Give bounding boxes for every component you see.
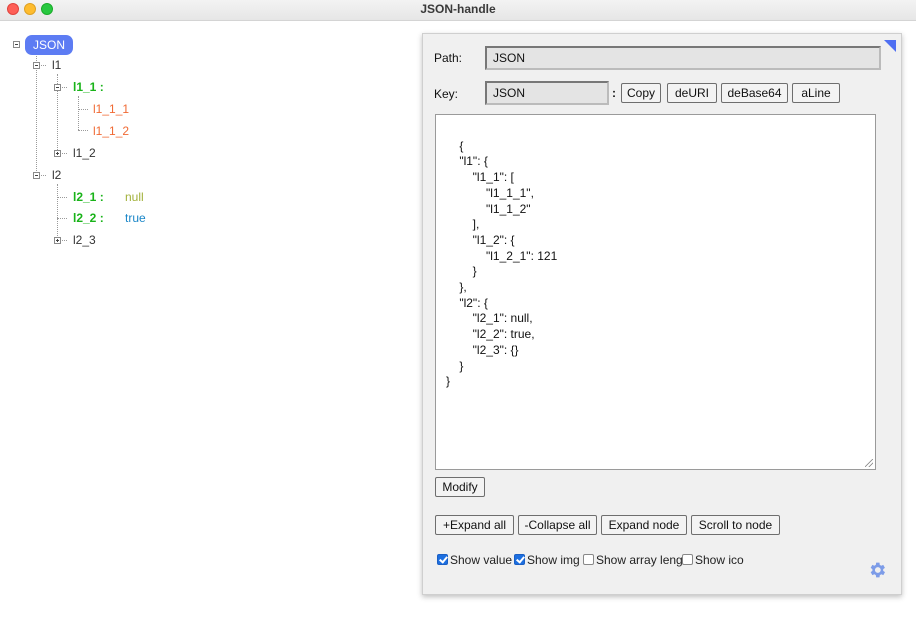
debase64-button[interactable]: deBase64 — [721, 83, 788, 103]
resize-handle[interactable] — [865, 459, 873, 467]
key-separator: : — [612, 86, 616, 100]
tree-node-l2[interactable]: l2 — [52, 168, 61, 182]
option-show-array-leng[interactable]: Show array leng — [583, 553, 683, 567]
checkbox-unchecked-icon[interactable] — [682, 554, 693, 565]
copy-button[interactable]: Copy — [621, 83, 661, 103]
expand-node-button[interactable]: Expand node — [601, 515, 687, 535]
tree-node-l1_2[interactable]: l1_2 — [73, 146, 96, 160]
expand-toggle-l1_2[interactable] — [54, 150, 61, 157]
tree-connector — [78, 130, 88, 131]
collapse-all-button[interactable]: -Collapse all — [518, 515, 597, 535]
expand-all-button[interactable]: +Expand all — [435, 515, 514, 535]
expand-toggle-l2_3[interactable] — [54, 237, 61, 244]
tree-node-l1_1_2[interactable]: l1_1_2 — [93, 124, 129, 138]
aline-button[interactable]: aLine — [792, 83, 840, 103]
option-show-img[interactable]: Show img — [514, 553, 580, 567]
collapse-toggle-l2[interactable] — [33, 172, 40, 179]
tree-connector — [78, 109, 88, 110]
json-tree: JSON l1 l1_1 : l1_1_1 l1_1_2 l1_2 l2 l2_… — [0, 20, 410, 624]
detail-panel: Path: JSON Key: JSON : Copy deURI deBase… — [422, 33, 902, 595]
checkbox-checked-icon[interactable] — [514, 554, 525, 565]
key-field[interactable]: JSON — [485, 81, 609, 105]
collapse-toggle-root[interactable] — [13, 41, 20, 48]
tree-connector — [78, 96, 79, 130]
tree-node-l2_2[interactable]: l2_2 : — [73, 211, 104, 225]
json-editor-text: { "l1": { "l1_1": [ "l1_1_1", "l1_1_2" ]… — [446, 138, 558, 389]
collapse-toggle-l1[interactable] — [33, 62, 40, 69]
option-show-value[interactable]: Show value — [437, 553, 512, 567]
tree-value-true: true — [125, 211, 146, 225]
tree-connector — [57, 197, 67, 198]
key-label: Key: — [434, 87, 459, 101]
tree-node-l1[interactable]: l1 — [52, 58, 61, 72]
path-field[interactable]: JSON — [485, 46, 881, 70]
settings-gear-icon[interactable] — [867, 560, 887, 580]
tree-node-l2_3[interactable]: l2_3 — [73, 233, 96, 247]
json-editor[interactable]: { "l1": { "l1_1": [ "l1_1_1", "l1_1_2" ]… — [435, 114, 876, 470]
path-label: Path: — [434, 51, 463, 65]
checkbox-unchecked-icon[interactable] — [583, 554, 594, 565]
tree-node-l1_1_1[interactable]: l1_1_1 — [93, 102, 129, 116]
tree-connector — [57, 184, 58, 240]
deuri-button[interactable]: deURI — [667, 83, 717, 103]
scroll-to-node-button[interactable]: Scroll to node — [691, 515, 780, 535]
tree-root-node[interactable]: JSON — [25, 35, 74, 55]
tree-node-l2_1[interactable]: l2_1 : — [73, 190, 104, 204]
tree-connector — [57, 218, 67, 219]
checkbox-checked-icon[interactable] — [437, 554, 448, 565]
collapse-toggle-l1_1[interactable] — [54, 84, 61, 91]
title-bar: JSON-handle — [0, 0, 916, 21]
modify-button[interactable]: Modify — [435, 477, 485, 497]
window-title: JSON-handle — [420, 2, 496, 16]
tree-node-l1_1[interactable]: l1_1 : — [73, 80, 104, 94]
tree-value-null: null — [125, 190, 144, 204]
panel-corner-handle[interactable] — [884, 40, 896, 52]
option-show-ico[interactable]: Show ico — [682, 553, 744, 567]
